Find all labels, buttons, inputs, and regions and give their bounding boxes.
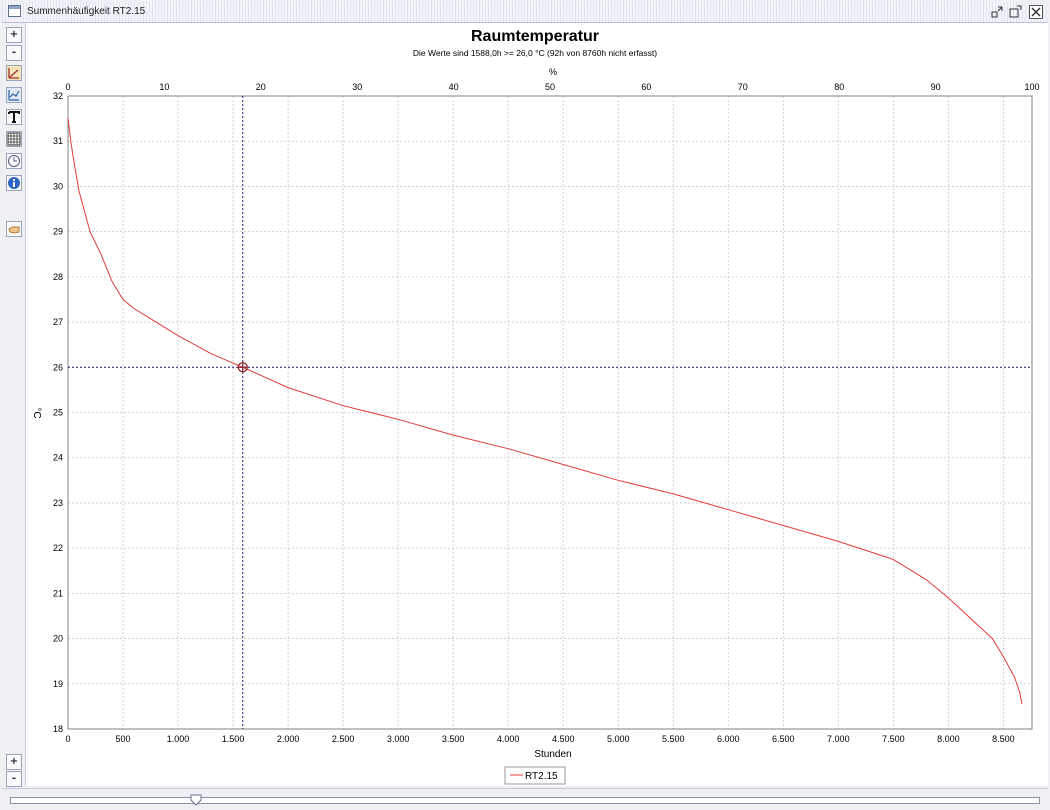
x2-tick-label: 60 [641, 82, 651, 92]
y-tick-label: 27 [53, 317, 63, 327]
chart[interactable]: Raumtemperatur Die Werte sind 1588,0h >=… [26, 23, 1048, 786]
hand-icon[interactable] [6, 221, 22, 237]
chart-settings-icon[interactable] [6, 87, 22, 103]
minimize-icon[interactable] [990, 5, 1004, 19]
x-tick-label: 5.000 [607, 734, 630, 744]
chart-icon[interactable] [6, 65, 22, 81]
title-bar: Summenhäufigkeit RT2.15 [2, 2, 1048, 23]
y-tick-label: 19 [53, 679, 63, 689]
y-tick-label: 20 [53, 634, 63, 644]
legend-label: RT2.15 [525, 771, 558, 782]
zoom-in-button-bottom[interactable]: + [6, 754, 22, 770]
x-tick-label: 2.000 [277, 734, 300, 744]
x2-tick-label: 10 [159, 82, 169, 92]
series-line [67, 118, 1023, 705]
slider-thumb[interactable] [190, 791, 202, 806]
x-axis-label: Stunden [534, 749, 571, 760]
x-tick-label: 500 [116, 734, 131, 744]
window: Summenhäufigkeit RT2.15 + - + - Raumtemp… [0, 0, 1050, 810]
x-tick-label: 0 [65, 734, 70, 744]
y-tick-label: 30 [53, 181, 63, 191]
y-tick-label: 21 [53, 588, 63, 598]
x2-tick-label: 100 [1024, 82, 1039, 92]
y-tick-label: 26 [53, 362, 63, 372]
x2-tick-label: 40 [449, 82, 459, 92]
y-tick-label: 22 [53, 543, 63, 553]
maximize-icon[interactable] [1008, 5, 1022, 19]
x-tick-label: 4.000 [497, 734, 520, 744]
x2-tick-label: 70 [738, 82, 748, 92]
y-tick-label: 28 [53, 272, 63, 282]
y-tick-label: 23 [53, 498, 63, 508]
text-icon[interactable] [6, 109, 22, 125]
x-tick-label: 3.500 [442, 734, 465, 744]
zoom-out-button-bottom[interactable]: - [6, 771, 22, 787]
plot-area: 0 500 1.000 1.500 2.000 2.500 3.000 3.500 4.000 4… [53, 82, 1040, 744]
x-tick-label: 6.500 [772, 734, 795, 744]
y-tick-label: 31 [53, 136, 63, 146]
x2-tick-label: 30 [352, 82, 362, 92]
x-tick-label: 3.000 [387, 734, 410, 744]
zoom-out-button[interactable]: - [6, 45, 22, 61]
x-tick-label: 8.000 [937, 734, 960, 744]
chart-title: Raumtemperatur [471, 28, 599, 45]
slider-track[interactable] [10, 797, 1040, 804]
x2-tick-label: 80 [834, 82, 844, 92]
x2-tick-label: 50 [545, 82, 555, 92]
x-tick-label: 4.500 [552, 734, 575, 744]
x-tick-label: 6.000 [717, 734, 740, 744]
info-icon[interactable] [6, 175, 22, 191]
close-icon[interactable] [1029, 5, 1043, 19]
x-tick-label: 5.500 [662, 734, 685, 744]
chart-subtitle: Die Werte sind 1588,0h >= 26,0 °C (92h v… [413, 48, 657, 58]
y-axis-label: °C [31, 407, 42, 418]
top-axis-label: % [549, 67, 557, 77]
x-tick-label: 1.500 [222, 734, 245, 744]
zoom-in-button[interactable]: + [6, 27, 22, 43]
clock-icon[interactable] [6, 153, 22, 169]
x-tick-label: 8.500 [992, 734, 1015, 744]
left-toolbar: + - + - [3, 23, 26, 787]
x2-tick-label: 0 [65, 82, 70, 92]
y-tick-label: 24 [53, 453, 63, 463]
y-tick-label: 25 [53, 408, 63, 418]
legend: RT2.15 [504, 766, 566, 785]
x-tick-label: 7.000 [827, 734, 850, 744]
x2-tick-label: 20 [256, 82, 266, 92]
window-icon [8, 5, 21, 17]
x-tick-label: 7.500 [882, 734, 905, 744]
time-slider-bar [2, 788, 1048, 809]
y-tick-label: 18 [53, 724, 63, 734]
table-icon[interactable] [6, 131, 22, 147]
window-title: Summenhäufigkeit RT2.15 [27, 6, 146, 17]
y-tick-label: 29 [53, 227, 63, 237]
x-tick-label: 1.000 [167, 734, 190, 744]
x2-tick-label: 90 [931, 82, 941, 92]
x-tick-label: 2.500 [332, 734, 355, 744]
y-tick-label: 32 [53, 91, 63, 101]
